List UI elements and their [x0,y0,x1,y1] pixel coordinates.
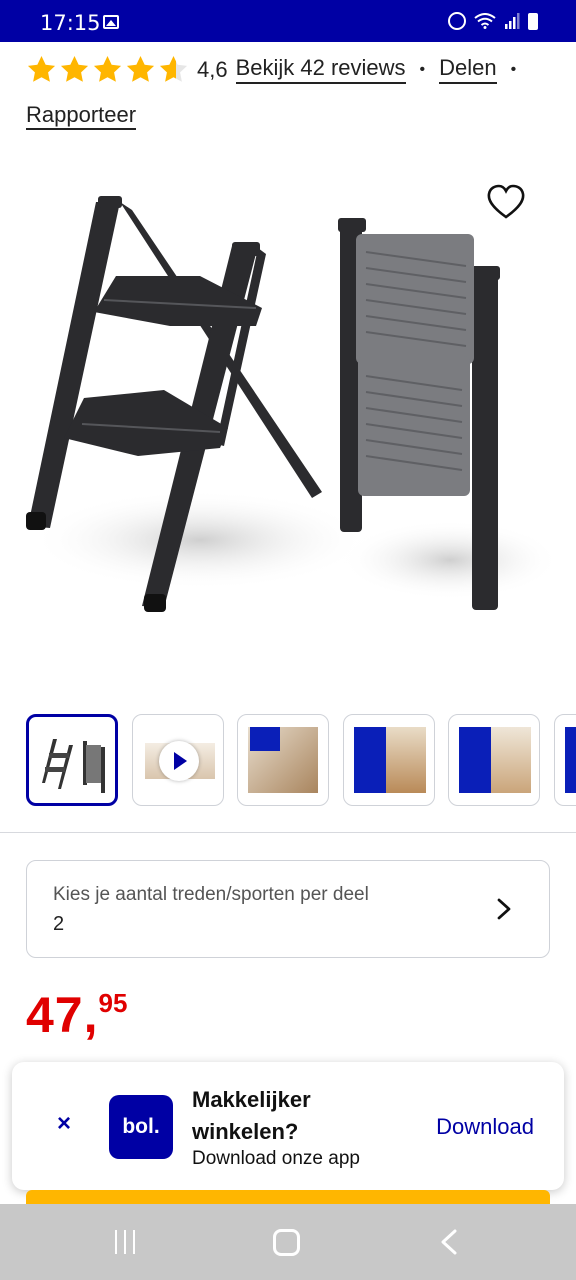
separator-dot: • [510,60,517,78]
play-icon [159,741,199,781]
battery-icon [528,12,538,30]
recents-icon[interactable] [115,1230,137,1254]
variant-selector[interactable]: Kies je aantal treden/sporten per deel 2 [26,860,550,958]
star-icon [27,55,56,82]
thumbnail-carousel[interactable] [26,714,576,806]
back-icon[interactable] [440,1229,458,1255]
thumbnail-2-video[interactable] [132,714,224,806]
thumbnail-promo-label [459,727,495,793]
thumbnail-4[interactable] [343,714,435,806]
wifi-icon [474,13,496,29]
star-icon [126,55,155,82]
thumbnail-promo-label [250,727,280,751]
signal-icon [505,13,520,29]
home-icon[interactable] [273,1229,300,1256]
system-nav-bar [0,1204,576,1280]
status-time: 17:15 [40,11,101,35]
add-to-cart-button[interactable] [26,1190,550,1204]
banner-subtitle: Download onze app [192,1148,360,1169]
product-image[interactable] [20,180,556,640]
alarm-icon [448,12,466,30]
thumbnail-promo-label [354,727,390,793]
heart-icon[interactable] [486,183,526,221]
thumbnail-image [491,727,531,793]
separator-dot: • [419,60,426,78]
star-icon [60,55,89,82]
report-link[interactable]: Rapporteer [26,102,137,130]
price-euros: 47, [26,987,99,1043]
rating-value: 4,6 [197,56,228,82]
thumbnail-image [386,727,426,793]
download-app-link[interactable]: Download [436,1114,534,1140]
status-icons [448,12,538,30]
divider [0,832,576,833]
close-icon[interactable]: × [54,1112,74,1136]
status-bar: 17:15 [0,0,576,42]
thumbnail-5[interactable] [448,714,540,806]
thumbnail-image [42,739,105,793]
variant-label: Kies je aantal treden/sporten per deel [53,884,369,905]
reviews-link[interactable]: Bekijk 42 reviews [235,55,406,84]
chevron-right-icon [497,898,511,920]
thumbnail-promo-label [565,727,576,793]
bol-logo: bol. [109,1095,173,1159]
rating-row: 4,6 Bekijk 42 reviews • Delen • [26,54,566,85]
banner-title: Makkelijker winkelen? [192,1087,311,1144]
share-link[interactable]: Delen [439,55,497,84]
thumbnail-1[interactable] [26,714,118,806]
price-cents: 95 [98,988,128,1018]
star-rating [26,54,189,85]
star-half-icon [159,55,188,82]
variant-value: 2 [53,913,65,935]
price: 47,95 [26,986,127,1044]
gallery-icon [103,15,119,29]
thumbnail-3[interactable] [237,714,329,806]
app-download-banner: × bol. Makkelijker winkelen? Download on… [12,1062,564,1190]
report-row: Rapporteer [26,102,137,130]
thumbnail-6[interactable] [554,714,576,806]
star-icon [93,55,122,82]
